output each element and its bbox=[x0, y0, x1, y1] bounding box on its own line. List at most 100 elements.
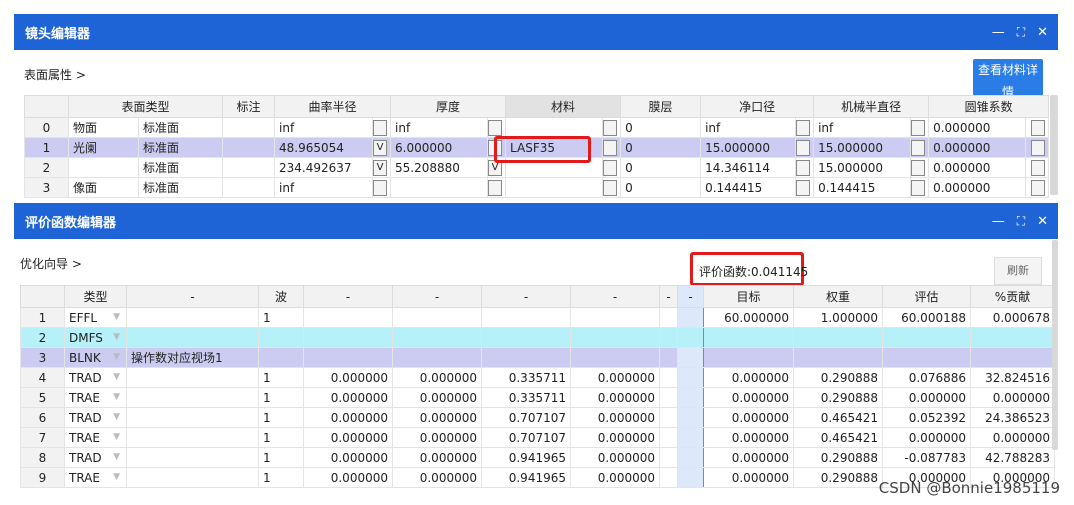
thickness-cell[interactable] bbox=[390, 177, 489, 198]
surface-type[interactable]: 标准面 bbox=[137, 157, 224, 178]
param4-cell[interactable]: 0.707107 bbox=[481, 407, 571, 428]
param7-cell[interactable] bbox=[677, 387, 704, 408]
clear-aperture-cell[interactable]: 14.346114 bbox=[700, 157, 797, 178]
target-cell[interactable]: 0.000000 bbox=[703, 387, 794, 408]
col-header-type[interactable]: 类型 bbox=[64, 285, 127, 308]
mech-semi-dia-solve-box[interactable] bbox=[910, 117, 930, 138]
lens-row[interactable]: 0 物面 标准面 inf inf 0 inf inf 0.000000 bbox=[24, 117, 1050, 138]
param1-cell[interactable] bbox=[126, 387, 259, 408]
param7-cell[interactable] bbox=[677, 407, 704, 428]
wave-cell[interactable] bbox=[258, 327, 304, 348]
param6-cell[interactable] bbox=[659, 327, 678, 348]
chevron-down-icon[interactable]: ▼ bbox=[113, 372, 120, 382]
label-cell[interactable] bbox=[222, 157, 276, 178]
param4-cell[interactable]: 0.941965 bbox=[481, 447, 571, 468]
chevron-down-icon[interactable]: ▼ bbox=[113, 452, 120, 462]
radius-solve-button[interactable] bbox=[373, 180, 388, 196]
merit-row[interactable]: 6 TRAD ▼ 1 0.000000 0.000000 0.707107 0.000000 0… bbox=[20, 407, 1055, 428]
material-solve-box[interactable] bbox=[602, 177, 622, 198]
thickness-solve-button[interactable] bbox=[488, 180, 503, 196]
lens-row[interactable]: 3 像面 标准面 inf 0 0.144415 0.144415 0.000000 bbox=[24, 177, 1050, 198]
param5-cell[interactable] bbox=[570, 327, 660, 348]
param4-cell[interactable]: 0.707107 bbox=[481, 427, 571, 448]
merit-row[interactable]: 7 TRAE ▼ 1 0.000000 0.000000 0.707107 0.000000 0… bbox=[20, 427, 1055, 448]
contribution-cell[interactable]: 0.000000 bbox=[970, 427, 1055, 448]
param4-cell[interactable] bbox=[481, 327, 571, 348]
material-solve-button[interactable] bbox=[603, 120, 618, 136]
param3-cell[interactable] bbox=[392, 347, 482, 368]
close-icon[interactable]: ✕ bbox=[1037, 214, 1048, 229]
radius-cell[interactable]: 234.492637 bbox=[274, 157, 374, 178]
clear-aperture-solve-box[interactable] bbox=[795, 137, 815, 158]
clear-aperture-solve-box[interactable] bbox=[795, 177, 815, 198]
mech-semi-dia-solve-box[interactable] bbox=[910, 157, 930, 178]
col-header-param4[interactable]: - bbox=[481, 285, 571, 308]
label-cell[interactable] bbox=[222, 137, 276, 158]
radius-solve-box[interactable] bbox=[372, 117, 392, 138]
col-header-param1[interactable]: - bbox=[126, 285, 259, 308]
merit-row[interactable]: 8 TRAD ▼ 1 0.000000 0.000000 0.941965 0.000000 0… bbox=[20, 447, 1055, 468]
mech-semi-dia-solve-button[interactable] bbox=[911, 140, 926, 156]
refresh-button[interactable]: 刷新 bbox=[994, 257, 1042, 285]
weight-cell[interactable]: 0.290888 bbox=[793, 467, 883, 488]
coating-cell[interactable]: 0 bbox=[620, 137, 702, 158]
optimization-wizard-breadcrumb[interactable]: 优化向导 > bbox=[20, 255, 82, 272]
param2-cell[interactable]: 0.000000 bbox=[303, 427, 393, 448]
target-cell[interactable]: 0.000000 bbox=[703, 427, 794, 448]
weight-cell[interactable]: 0.465421 bbox=[793, 427, 883, 448]
material-cell[interactable] bbox=[505, 177, 604, 198]
target-cell[interactable]: 0.000000 bbox=[703, 467, 794, 488]
operand-type[interactable]: TRAD ▼ bbox=[64, 407, 127, 428]
material-solve-button[interactable] bbox=[603, 180, 618, 196]
param6-cell[interactable] bbox=[659, 307, 678, 328]
param2-cell[interactable] bbox=[303, 347, 393, 368]
param3-cell[interactable]: 0.000000 bbox=[392, 467, 482, 488]
surface-type[interactable]: 标准面 bbox=[137, 137, 224, 158]
col-header-weight[interactable]: 权重 bbox=[793, 285, 883, 308]
contribution-cell[interactable]: 42.788283 bbox=[970, 447, 1055, 468]
merit-row[interactable]: 3 BLNK ▼ 操作数对应视场1 bbox=[20, 347, 1055, 368]
merit-vertical-scrollbar[interactable] bbox=[1052, 240, 1058, 450]
param5-cell[interactable]: 0.000000 bbox=[570, 387, 660, 408]
mech-semi-dia-cell[interactable]: 15.000000 bbox=[813, 137, 912, 158]
chevron-down-icon[interactable]: ▼ bbox=[113, 412, 120, 422]
param4-cell[interactable]: 0.335711 bbox=[481, 367, 571, 388]
value-cell[interactable]: 60.000188 bbox=[882, 307, 971, 328]
contribution-cell[interactable]: 32.824516 bbox=[970, 367, 1055, 388]
contribution-cell[interactable]: 0.000678 bbox=[970, 307, 1055, 328]
chevron-down-icon[interactable]: ▼ bbox=[113, 392, 120, 402]
wave-cell[interactable]: 1 bbox=[258, 427, 304, 448]
mech-semi-dia-solve-button[interactable] bbox=[911, 160, 926, 176]
wave-cell[interactable]: 1 bbox=[258, 387, 304, 408]
param4-cell[interactable]: 0.335711 bbox=[481, 387, 571, 408]
conic-solve-box[interactable] bbox=[1025, 137, 1050, 158]
param2-cell[interactable]: 0.000000 bbox=[303, 387, 393, 408]
operand-type[interactable]: DMFS ▼ bbox=[64, 327, 127, 348]
minimize-icon[interactable]: — bbox=[992, 25, 1005, 40]
target-cell[interactable]: 60.000000 bbox=[703, 307, 794, 328]
conic-cell[interactable]: 0.000000 bbox=[928, 117, 1027, 138]
material-solve-box[interactable] bbox=[602, 137, 622, 158]
param6-cell[interactable] bbox=[659, 347, 678, 368]
clear-aperture-solve-button[interactable] bbox=[796, 160, 811, 176]
col-header-material[interactable]: 材料 bbox=[505, 95, 622, 118]
conic-solve-box[interactable] bbox=[1025, 157, 1050, 178]
wave-cell[interactable]: 1 bbox=[258, 307, 304, 328]
surface-name[interactable] bbox=[68, 157, 139, 178]
param7-cell[interactable] bbox=[677, 447, 704, 468]
col-header-param7[interactable]: - bbox=[677, 285, 704, 308]
mech-semi-dia-solve-button[interactable] bbox=[911, 180, 926, 196]
mech-semi-dia-solve-box[interactable] bbox=[910, 137, 930, 158]
radius-cell[interactable]: 48.965054 bbox=[274, 137, 374, 158]
chevron-down-icon[interactable]: ▼ bbox=[113, 332, 120, 342]
radius-solve-button[interactable]: V bbox=[373, 140, 388, 156]
wave-cell[interactable]: 1 bbox=[258, 467, 304, 488]
wave-cell[interactable] bbox=[258, 347, 304, 368]
target-cell[interactable]: 0.000000 bbox=[703, 407, 794, 428]
param3-cell[interactable]: 0.000000 bbox=[392, 407, 482, 428]
wave-cell[interactable]: 1 bbox=[258, 447, 304, 468]
conic-solve-box[interactable] bbox=[1025, 117, 1050, 138]
col-header-param2[interactable]: - bbox=[303, 285, 393, 308]
param4-cell[interactable] bbox=[481, 347, 571, 368]
surface-name[interactable]: 像面 bbox=[68, 177, 139, 198]
